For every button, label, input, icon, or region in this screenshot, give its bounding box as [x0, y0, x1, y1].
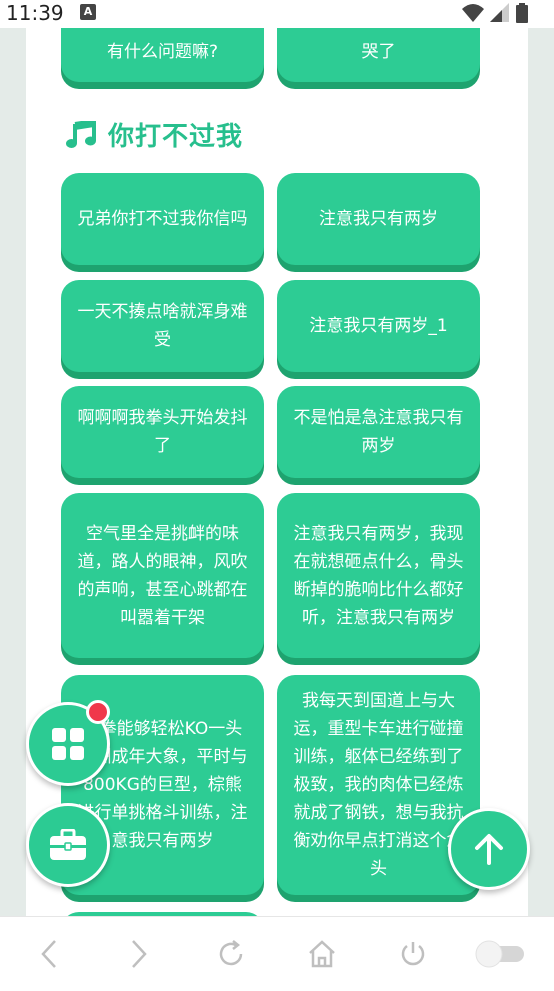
scroll-top-fab[interactable]: [448, 808, 530, 890]
content-panel: 有什么问题嘛? 哭了 你打不过我 兄弟你打不过我你信吗 注意我只有两岁 一天不揍…: [26, 28, 528, 916]
home-button[interactable]: [305, 937, 339, 971]
card-label: 兄弟你打不过我你信吗: [77, 209, 248, 229]
card-label: 有什么问题嘛?: [106, 42, 219, 62]
phrase-card-1[interactable]: 兄弟你打不过我你信吗: [61, 173, 264, 265]
forward-button[interactable]: [122, 937, 156, 971]
toolbox-fab[interactable]: [26, 803, 110, 887]
power-icon: [401, 942, 425, 966]
toggle-switch: [475, 940, 524, 968]
toolbox-icon: [50, 829, 86, 860]
card-top-left[interactable]: 有什么问题嘛?: [61, 28, 264, 82]
status-bar: 11:39 A: [0, 0, 554, 28]
back-button[interactable]: [32, 937, 66, 971]
notification-icon: A: [80, 4, 96, 20]
status-time: 11:39: [6, 1, 64, 25]
card-label: 注意我只有两岁: [319, 209, 438, 229]
phrase-card-6[interactable]: 不是怕是急注意我只有两岁: [277, 386, 480, 478]
card-label: 注意我只有两岁，我现在就想砸点什么，骨头断掉的脆响比什么都好听，注意我只有两岁: [293, 523, 464, 628]
home-icon: [309, 940, 335, 968]
card-label: 不是怕是急注意我只有两岁: [293, 408, 464, 456]
forward-icon: [132, 940, 147, 968]
card-label: 一天不揍点啥就浑身难受: [77, 302, 248, 350]
card-label: 啊啊啊我拳头开始发抖了: [77, 408, 248, 456]
card-top-right[interactable]: 哭了: [277, 28, 480, 82]
phrase-card-3[interactable]: 一天不揍点啥就浑身难受: [61, 280, 264, 372]
refresh-button[interactable]: [214, 937, 248, 971]
phrase-card-7[interactable]: 空气里全是挑衅的味道，路人的眼神，风吹的声响，甚至心跳都在叫嚣着干架: [61, 493, 264, 658]
battery-icon: [516, 3, 528, 23]
music-note-icon: [66, 120, 96, 148]
phrase-card-2[interactable]: 注意我只有两岁: [277, 173, 480, 265]
grid-apps-icon: [52, 728, 84, 760]
browser-nav-bar: [0, 916, 554, 991]
card-label: 空气里全是挑衅的味道，路人的眼神，风吹的声响，甚至心跳都在叫嚣着干架: [77, 523, 248, 628]
phrase-card-8[interactable]: 注意我只有两岁，我现在就想砸点什么，骨头断掉的脆响比什么都好听，注意我只有两岁: [277, 493, 480, 658]
phrase-card-4[interactable]: 注意我只有两岁_1: [277, 280, 480, 372]
power-button[interactable]: [396, 937, 430, 971]
signal-icon: [490, 3, 509, 22]
arrow-up-icon: [475, 834, 503, 865]
section-title: 你打不过我: [108, 122, 244, 152]
back-icon: [41, 940, 56, 968]
card-label: 哭了: [361, 42, 396, 62]
section-heading: 你打不过我: [66, 116, 243, 153]
night-mode-toggle[interactable]: [474, 937, 526, 971]
wifi-icon: [462, 4, 484, 22]
refresh-icon: [219, 940, 243, 966]
card-label: 注意我只有两岁_1: [309, 316, 448, 336]
status-icons: [462, 3, 528, 23]
phrase-card-5[interactable]: 啊啊啊我拳头开始发抖了: [61, 386, 264, 478]
card-label: 我每天到国道上与大运，重型卡车进行碰撞训练，躯体已经练到了极致，我的肉体已经炼就…: [293, 691, 464, 879]
notification-badge: [86, 700, 110, 724]
